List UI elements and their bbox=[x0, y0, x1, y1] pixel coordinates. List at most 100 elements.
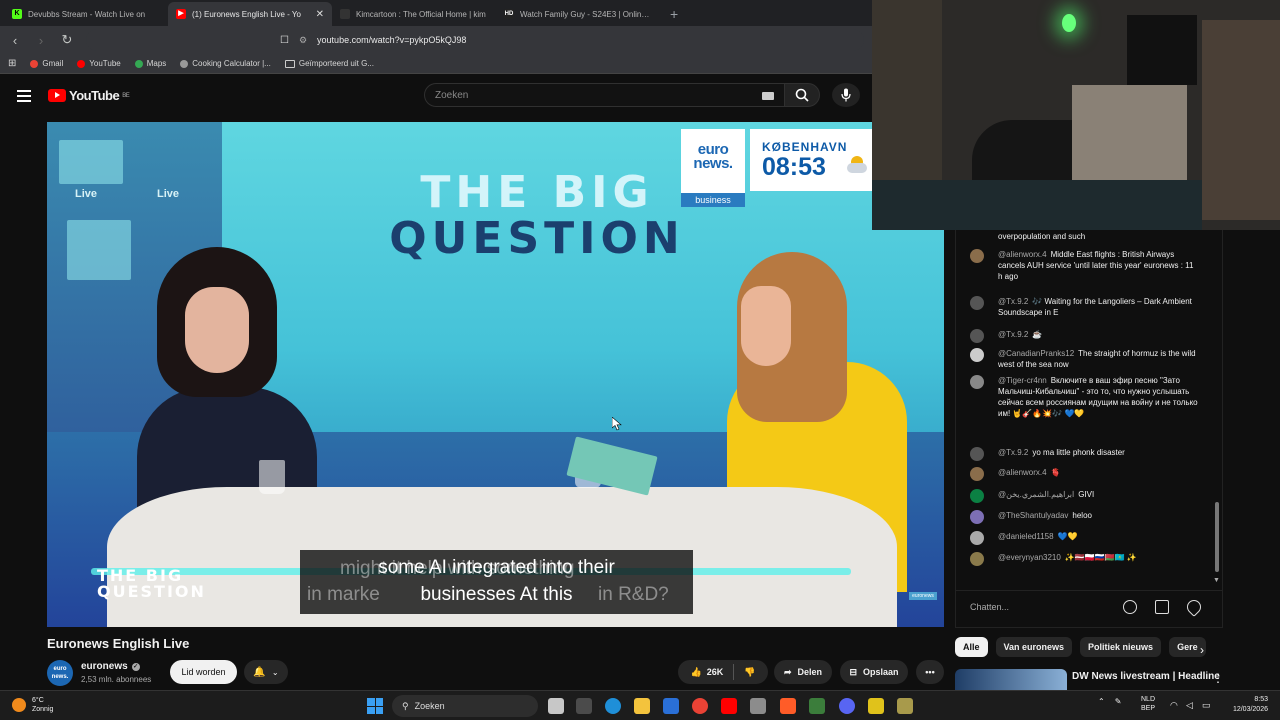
more-vertical-icon[interactable]: ⋮ bbox=[1212, 671, 1224, 685]
scroll-down-icon[interactable]: ▼ bbox=[1213, 577, 1220, 584]
bookmark-folder-imported[interactable]: Geïmporteerd uit G... bbox=[284, 59, 374, 68]
notifications-button[interactable]: 🔔 ⌄ bbox=[244, 660, 288, 684]
chevron-up-icon[interactable]: ⌃ bbox=[1098, 697, 1105, 706]
system-clock[interactable]: 8:53 12/03/2026 bbox=[1222, 695, 1268, 715]
chip-politics[interactable]: Politiek nieuws bbox=[1080, 637, 1162, 657]
task-view-icon[interactable] bbox=[548, 698, 564, 714]
more-actions-button[interactable]: ••• bbox=[916, 660, 944, 684]
save-button[interactable]: ⊟ Opslaan bbox=[840, 660, 908, 684]
avatar[interactable] bbox=[970, 467, 984, 481]
file-explorer-icon[interactable] bbox=[634, 698, 650, 714]
weather-widget[interactable]: 6°C Zonnig bbox=[12, 696, 53, 714]
chat-scrollbar[interactable]: ▼ bbox=[1213, 230, 1221, 590]
recommended-video-title[interactable]: DW News livestream | Headline bbox=[1072, 671, 1220, 682]
calculator-icon[interactable] bbox=[750, 698, 766, 714]
avatar[interactable] bbox=[970, 552, 984, 566]
forward-icon[interactable]: › bbox=[34, 33, 48, 48]
avatar[interactable] bbox=[970, 348, 984, 362]
bookmark-maps[interactable]: Maps bbox=[134, 59, 166, 68]
youtube-play-icon bbox=[48, 89, 66, 102]
bookmark-gmail[interactable]: Gmail bbox=[30, 59, 63, 68]
widgets-icon[interactable] bbox=[576, 698, 592, 714]
brave-browser-icon[interactable] bbox=[780, 698, 796, 714]
more-horizontal-icon: ••• bbox=[925, 667, 935, 677]
like-button[interactable]: 👍 26K bbox=[691, 667, 724, 678]
input-language[interactable]: NLD BEP bbox=[1141, 695, 1155, 713]
windows-start-icon[interactable] bbox=[367, 698, 383, 714]
bookmark-youtube[interactable]: YouTube bbox=[77, 59, 121, 68]
taskbar-search[interactable]: ⚲ Zoeken bbox=[392, 695, 538, 717]
kimcartoon-icon bbox=[340, 9, 350, 19]
recommended-video-thumbnail[interactable] bbox=[955, 669, 1067, 691]
app-icon[interactable] bbox=[897, 698, 913, 714]
region-code: BE bbox=[122, 92, 130, 99]
bookmark-icon[interactable]: ☐ bbox=[280, 35, 289, 46]
avatar[interactable] bbox=[970, 531, 984, 545]
outlook-icon[interactable] bbox=[663, 698, 679, 714]
chip-all[interactable]: Alle bbox=[955, 637, 988, 657]
discord-icon[interactable] bbox=[839, 698, 855, 714]
avatar[interactable] bbox=[970, 447, 984, 461]
tab-family-guy[interactable]: HD Watch Family Guy - S24E3 | Online H bbox=[496, 2, 660, 26]
apps-grid-icon[interactable]: ⊞ bbox=[8, 58, 16, 69]
avatar[interactable] bbox=[970, 249, 984, 263]
site-info-icon[interactable]: ⚙ bbox=[299, 35, 307, 46]
bookmark-cooking-calculator[interactable]: Cooking Calculator |... bbox=[180, 59, 271, 68]
battery-icon[interactable]: ▭ bbox=[1202, 700, 1211, 711]
partly-cloudy-icon bbox=[845, 152, 869, 176]
super-chat-icon[interactable] bbox=[1155, 600, 1169, 614]
system-tray[interactable]: ⌃ ✎ bbox=[1098, 697, 1121, 706]
chip-from-euronews[interactable]: Van euronews bbox=[995, 637, 1073, 657]
reload-icon[interactable]: ↻ bbox=[60, 32, 74, 48]
site-icon bbox=[180, 59, 189, 68]
show-title-backdrop: THE BIG QUESTION bbox=[389, 167, 685, 265]
url-text[interactable]: youtube.com/watch?v=pykpO5kQJ98 bbox=[317, 35, 466, 45]
voice-search-button[interactable] bbox=[832, 83, 860, 107]
tab-title: Devubbs Stream - Watch Live on bbox=[28, 9, 146, 19]
chevron-down-icon: ⌄ bbox=[271, 667, 279, 677]
address-bar[interactable]: ☐ ⚙ youtube.com/watch?v=pykpO5kQJ98 bbox=[86, 29, 864, 51]
share-icon: ➦ bbox=[783, 666, 792, 677]
volume-icon[interactable]: ◁ bbox=[1186, 700, 1193, 711]
close-tab-icon[interactable]: ✕ bbox=[316, 9, 324, 20]
youtube-logo[interactable]: YouTube BE bbox=[48, 88, 130, 103]
video-player[interactable]: Live Live THE BIG QUESTION euro news. bus… bbox=[47, 122, 944, 627]
new-tab-icon[interactable]: + bbox=[660, 6, 688, 26]
search-button[interactable] bbox=[784, 83, 820, 107]
keyboard-icon[interactable] bbox=[762, 92, 774, 100]
tab-euronews[interactable]: ▶ (1) Euronews English Live - Yo ✕ bbox=[168, 2, 332, 26]
search-input[interactable]: Zoeken bbox=[424, 83, 784, 107]
studio-screen bbox=[67, 220, 131, 280]
verified-icon: ✓ bbox=[131, 662, 140, 671]
menu-icon[interactable] bbox=[17, 90, 31, 102]
app-icon[interactable] bbox=[868, 698, 884, 714]
channel-name[interactable]: euronews ✓ bbox=[81, 661, 140, 672]
avatar[interactable] bbox=[970, 489, 984, 503]
chrome-icon[interactable] bbox=[692, 698, 708, 714]
avatar[interactable] bbox=[970, 375, 984, 389]
share-button[interactable]: ➦ Delen bbox=[774, 660, 832, 684]
dislike-button[interactable]: 👎 bbox=[744, 667, 755, 678]
app-icon[interactable] bbox=[809, 698, 825, 714]
pen-icon[interactable]: ✎ bbox=[1115, 697, 1122, 706]
chat-input[interactable]: Chatten... bbox=[970, 597, 1104, 617]
channel-avatar[interactable]: euro news. bbox=[47, 660, 73, 686]
avatar[interactable] bbox=[970, 296, 984, 310]
back-icon[interactable]: ‹ bbox=[8, 33, 22, 48]
emoji-icon[interactable] bbox=[1123, 600, 1137, 614]
like-count: 26K bbox=[706, 667, 724, 677]
tab-devubbs[interactable]: K Devubbs Stream - Watch Live on bbox=[4, 2, 168, 26]
microphone-icon bbox=[841, 88, 851, 102]
edge-icon[interactable] bbox=[605, 698, 621, 714]
tab-title: Watch Family Guy - S24E3 | Online H bbox=[520, 9, 652, 19]
youtube-app-icon[interactable] bbox=[721, 698, 737, 714]
wifi-icon[interactable]: ◠ bbox=[1170, 700, 1178, 711]
join-button[interactable]: Lid worden bbox=[170, 660, 237, 684]
bell-icon: 🔔 bbox=[253, 666, 266, 678]
avatar[interactable] bbox=[970, 329, 984, 343]
chevron-right-icon[interactable]: › bbox=[1200, 643, 1204, 657]
tab-kimcartoon[interactable]: Kimcartoon : The Official Home | kim bbox=[332, 2, 496, 26]
folder-icon bbox=[284, 59, 295, 68]
bookmark-icon: ⊟ bbox=[849, 666, 858, 677]
avatar[interactable] bbox=[970, 510, 984, 524]
